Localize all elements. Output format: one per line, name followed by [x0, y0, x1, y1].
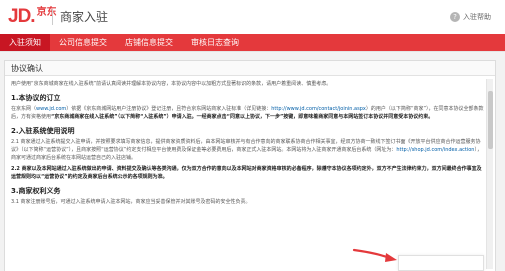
- header: JD. 京东 商家入驻 ? 入驻帮助: [0, 0, 505, 34]
- section-heading: 2.入驻系统使用说明: [11, 127, 75, 135]
- scrollbar-thumb[interactable]: [488, 91, 493, 149]
- joinin-standard-link[interactable]: http://www.jd.com/contact/joinin.aspx: [271, 106, 366, 112]
- section-paragraph: 在京东网（www.jd.com）依据《京东商城网站用户注册协议》登记注册，且符合…: [11, 105, 485, 121]
- content-area: 协议确认 用户使用“京东商城商家在线入驻系统”前请认真阅读并理解本协议内容，本协…: [0, 51, 505, 271]
- page-title: 商家入驻: [60, 10, 109, 24]
- help-link[interactable]: ? 入驻帮助: [450, 12, 491, 22]
- tab-company-info[interactable]: 公司信息提交: [50, 34, 116, 51]
- logo-jd-text: JD.: [8, 6, 36, 27]
- section-paragraph: 3.1 商家注册账号后，可通过入驻系统申请入驻本网站，商家应当妥善保管并对其账号…: [11, 199, 251, 205]
- agree-next-button[interactable]: [398, 255, 484, 271]
- section-paragraph: 2.1 商家通过入驻系统提交入驻申请，并按照要求填写商家信息，提供商家资质资料后…: [11, 138, 485, 162]
- tab-entry-notice[interactable]: 入驻须知: [0, 34, 50, 51]
- agreement-scrollbar[interactable]: [486, 79, 493, 269]
- text-span: 在京东网（: [11, 106, 37, 112]
- jd-logo[interactable]: JD. 京东: [8, 7, 57, 27]
- panel-title: 协议确认: [5, 61, 495, 76]
- question-icon: ?: [450, 12, 460, 22]
- section-heading: 3.商家权利义务: [11, 187, 61, 195]
- shop-backend-link[interactable]: http://shop.jd.com/index.action: [396, 147, 474, 153]
- agreement-text[interactable]: 用户使用“京东商城商家在线入驻系统”前请认真阅读并理解本协议内容，本协议内容中以…: [11, 80, 485, 270]
- main-nav: 入驻须知 公司信息提交 店铺信息提交 审核日志查询: [0, 34, 505, 51]
- section-heading: 1.本协议的订立: [11, 94, 61, 102]
- jd-home-link[interactable]: www.jd.com: [36, 106, 66, 112]
- tab-review-log[interactable]: 审核日志查询: [182, 34, 248, 51]
- help-label: 入驻帮助: [463, 13, 491, 21]
- tab-store-info[interactable]: 店铺信息提交: [116, 34, 182, 51]
- logo-cn-text: 京东: [36, 7, 57, 18]
- agreement-intro: 用户使用“京东商城商家在线入驻系统”前请认真阅读并理解本协议内容，本协议内容中以…: [11, 81, 332, 87]
- bold-text: “京东商城商家在线入驻系统”（以下简称“入驻系统”）申请入驻。一经商家点击“同意…: [51, 114, 434, 120]
- section-paragraph: 2.2 商家以及本网站通过入驻系统做出的申请、资料提交及确认等各类沟通，仅为双方…: [11, 166, 482, 180]
- red-arrow-icon: [352, 248, 397, 262]
- agreement-panel: 协议确认 用户使用“京东商城商家在线入驻系统”前请认真阅读并理解本协议内容，本协…: [4, 60, 496, 271]
- text-span: ）依据《京东商城网站用户注册协议》登记注册，且符合京东网站商家入驻标准（详见链接…: [66, 106, 272, 112]
- logo-divider: [52, 9, 53, 25]
